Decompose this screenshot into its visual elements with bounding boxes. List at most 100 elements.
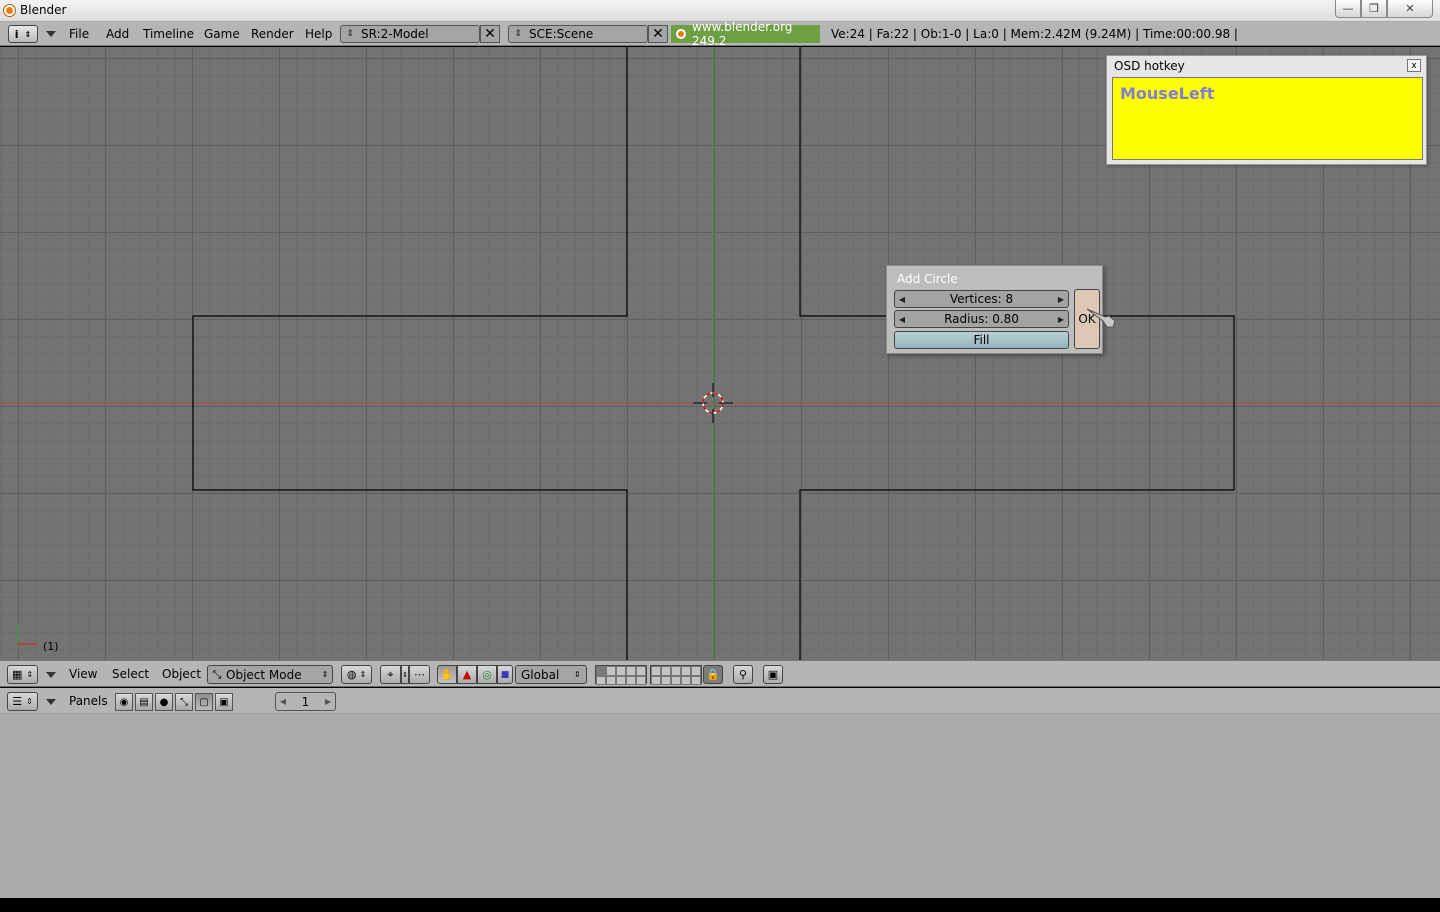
mode-selector[interactable]: ⤡ Object Mode ⇕ (207, 665, 333, 684)
lock-layers-button[interactable]: 🔒 (703, 665, 723, 684)
scene-icon: ▣ (219, 696, 229, 708)
layer-buttons-a[interactable] (595, 665, 647, 685)
mesh-edge-left (192, 47, 628, 660)
scale-icon: ■ (500, 669, 510, 680)
scene-name: SCE:Scene (529, 27, 594, 41)
menu-object[interactable]: Object (162, 667, 201, 681)
render-button[interactable]: ▣ (763, 665, 783, 684)
rotate-icon: ◎ (482, 668, 492, 681)
window-type-button[interactable]: ▦ ⇕ (7, 665, 38, 684)
blender-logo-icon (4, 5, 15, 16)
scene-tab[interactable]: ▣ (215, 693, 233, 711)
blender-org-text: www.blender.org 249.2 (692, 20, 793, 48)
script-tab[interactable]: ▤ (135, 693, 153, 711)
scene-stats: Ve:24 | Fa:22 | Ob:1-0 | La:0 | Mem:2.42… (831, 27, 1238, 41)
snap-grid-button[interactable]: ⋯ (409, 665, 430, 684)
collapse-menu-icon[interactable] (46, 31, 56, 37)
snap-icon: ⚲ (738, 668, 748, 681)
draw-type-selector[interactable]: ◍ ⇕ (341, 665, 372, 684)
delete-screen-button[interactable]: ✕ (480, 25, 500, 43)
radius-field[interactable]: ◀ Radius: 0.80 ▶ (894, 310, 1069, 328)
blender-logo-icon (676, 29, 686, 39)
buttons-panel-area[interactable] (0, 714, 1440, 898)
decrement-arrow-icon[interactable]: ◀ (276, 697, 290, 706)
osd-hotkey-text: MouseLeft (1120, 84, 1215, 103)
increment-arrow-icon[interactable]: ▶ (1054, 295, 1068, 304)
screen-selector[interactable]: ⇕ SR:2-Model (340, 25, 480, 43)
menu-help[interactable]: Help (305, 27, 332, 41)
pivot-button[interactable]: ⌖ (380, 665, 401, 684)
window-type-button[interactable]: ☰ ⇕ (7, 692, 38, 711)
manipulator-toggle[interactable]: ✋ (437, 665, 457, 684)
window-titlebar: Blender — ❐ ✕ (0, 0, 1440, 22)
decrement-arrow-icon[interactable]: ◀ (895, 295, 909, 304)
editing-tab[interactable]: ▢ (195, 693, 213, 711)
menu-add[interactable]: Add (106, 27, 129, 41)
window-type-button[interactable]: i ⇕ (8, 25, 38, 43)
info-icon: i (14, 27, 19, 41)
menu-timeline[interactable]: Timeline (143, 27, 194, 41)
radius-value: Radius: 0.80 (944, 312, 1019, 326)
menu-game[interactable]: Game (204, 27, 240, 41)
collapse-menu-icon[interactable] (46, 699, 56, 705)
vertices-field[interactable]: ◀ Vertices: 8 ▶ (894, 290, 1069, 308)
spinner-icon: ⇕ (359, 670, 367, 679)
axis-gizmo-icon (17, 624, 36, 645)
minimize-button[interactable]: — (1335, 0, 1361, 18)
scale-button[interactable]: ■ (497, 665, 513, 684)
maximize-button[interactable]: ❐ (1361, 0, 1387, 18)
spinner-icon: ⇕ (26, 697, 33, 706)
layer-buttons-b[interactable] (650, 665, 702, 685)
decrement-arrow-icon[interactable]: ◀ (895, 315, 909, 324)
object-icon: ⤡ (180, 696, 188, 708)
logic-icon: ◉ (119, 696, 129, 708)
spinner-icon: ⇕ (346, 29, 354, 39)
orientation-value: Global (521, 667, 560, 682)
orientation-selector[interactable]: Global ⇕ (515, 665, 587, 684)
spinner-icon: ⇕ (26, 670, 34, 679)
object-tab[interactable]: ⤡ (175, 693, 193, 711)
osd-close-button[interactable]: x (1407, 59, 1421, 72)
add-circle-dialog: Add Circle ◀ Vertices: 8 ▶ ◀ Radius: 0.8… (886, 265, 1103, 354)
pivot-spinner[interactable]: ⇕ (401, 665, 409, 684)
render-icon: ▣ (767, 668, 779, 681)
screen-name: SR:2-Model (361, 27, 429, 41)
info-header: i ⇕ File Add Timeline Game Render Help ⇕… (0, 20, 1440, 48)
shading-tab[interactable]: ● (155, 693, 173, 711)
blender-org-link[interactable]: www.blender.org 249.2 (671, 20, 820, 48)
frame-value: 1 (301, 694, 310, 709)
translate-button[interactable]: ▲ (457, 665, 477, 684)
3d-view-header: ▦ ⇕ View Select Object ⤡ Object Mode ⇕ ◍ ⇕… (0, 660, 1440, 687)
spinner-icon: ⇕ (24, 29, 32, 39)
editing-icon: ▢ (199, 696, 209, 708)
osd-body: MouseLeft (1112, 77, 1423, 160)
fill-toggle[interactable]: Fill (894, 331, 1069, 349)
delete-scene-button[interactable]: ✕ (648, 25, 668, 43)
logic-tab[interactable]: ◉ (115, 693, 133, 711)
grid-icon: ▦ (11, 668, 23, 681)
spinner-icon: ⇕ (514, 29, 522, 39)
object-mode-icon: ⤡ (212, 667, 222, 681)
menu-file[interactable]: File (69, 27, 89, 41)
manipulator-hand-icon: ✋ (440, 668, 454, 681)
collapse-menu-icon[interactable] (46, 672, 56, 678)
spinner-icon: ⇕ (321, 670, 329, 679)
scene-selector[interactable]: ⇕ SCE:Scene (508, 25, 648, 43)
shading-icon: ● (159, 696, 169, 708)
menu-render[interactable]: Render (251, 27, 294, 41)
hand-cursor-icon (1086, 308, 1116, 328)
vertices-value: Vertices: 8 (949, 292, 1014, 306)
menu-select[interactable]: Select (112, 667, 149, 681)
rotate-button[interactable]: ◎ (477, 665, 497, 684)
panels-label: Panels (69, 694, 108, 708)
pivot-icon: ⌖ (387, 667, 394, 681)
close-window-button[interactable]: ✕ (1387, 0, 1433, 18)
frame-field[interactable]: ◀ 1 ▶ (275, 692, 336, 711)
increment-arrow-icon[interactable]: ▶ (1054, 315, 1068, 324)
osd-title: OSD hotkey (1114, 59, 1185, 73)
snap-button[interactable]: ⚲ (733, 665, 753, 684)
menu-view[interactable]: View (69, 667, 97, 681)
draw-type-icon: ◍ (346, 668, 357, 681)
script-icon: ▤ (139, 696, 149, 708)
increment-arrow-icon[interactable]: ▶ (321, 697, 335, 706)
